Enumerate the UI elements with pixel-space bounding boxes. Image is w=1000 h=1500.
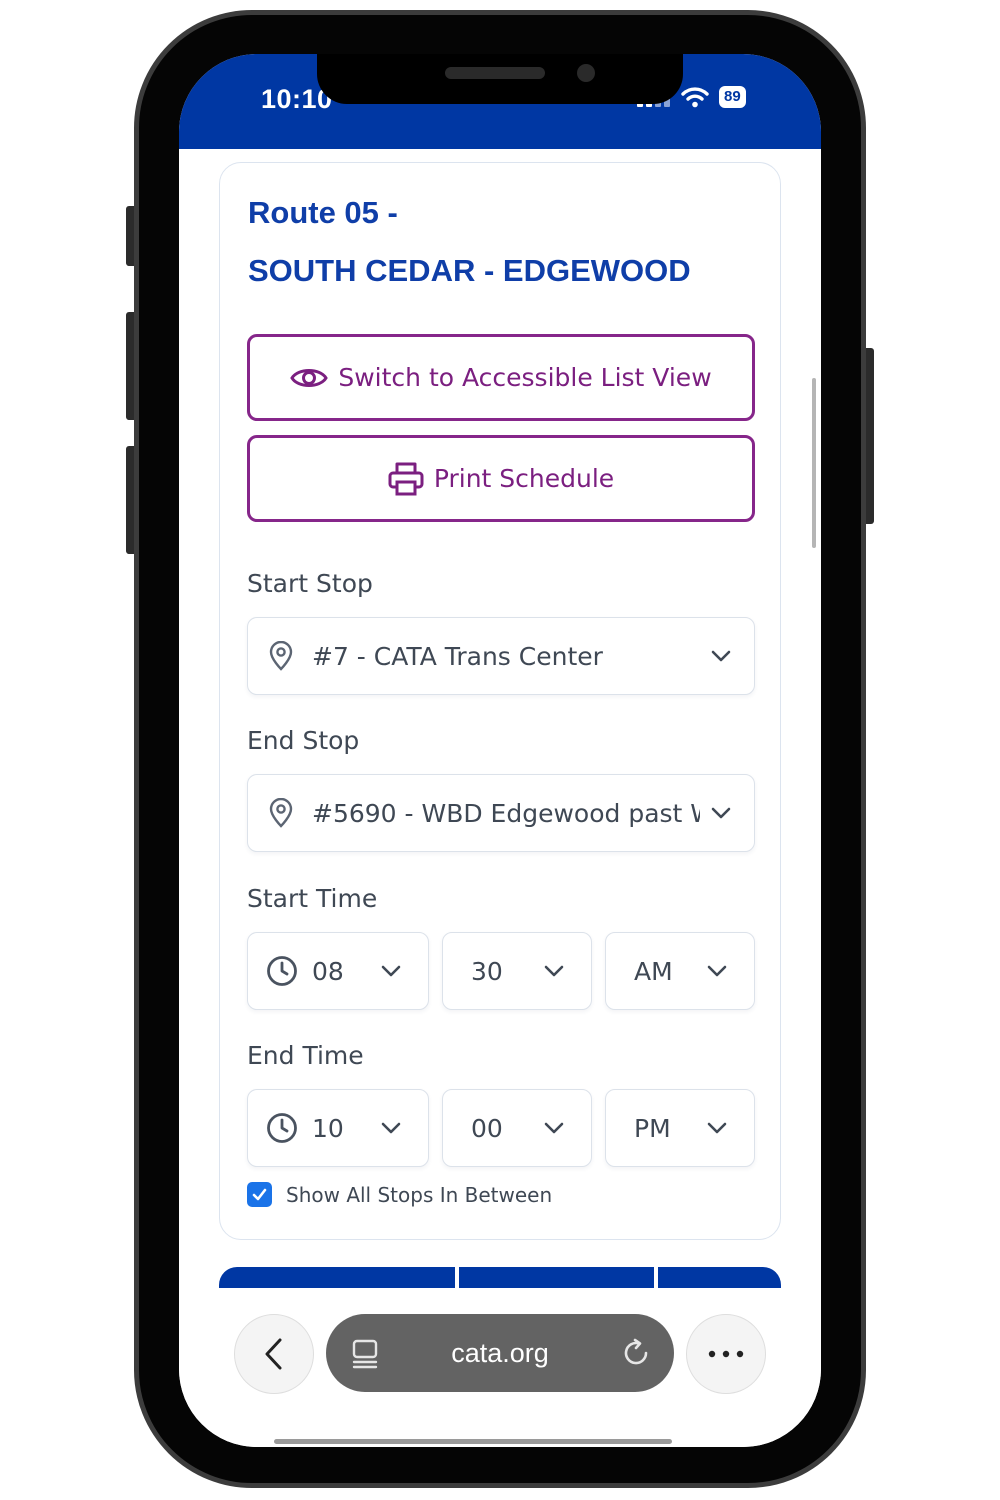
show-all-stops-checkbox[interactable] — [247, 1182, 272, 1207]
end-stop-select[interactable]: #5690 - WBD Edgewood past Wa — [247, 774, 755, 852]
print-schedule-button[interactable]: Print Schedule — [247, 435, 755, 522]
start-hour-select[interactable]: 08 — [247, 932, 429, 1010]
chevron-down-icon — [707, 1122, 727, 1134]
start-stop-select[interactable]: #7 - CATA Trans Center — [247, 617, 755, 695]
start-ampm-value: AM — [634, 956, 673, 986]
back-button[interactable] — [234, 1314, 314, 1394]
schedule-tab[interactable] — [459, 1267, 654, 1289]
chevron-down-icon — [707, 965, 727, 977]
address-bar[interactable]: cata.org — [326, 1314, 674, 1392]
show-all-stops-option[interactable]: Show All Stops In Between — [247, 1182, 552, 1207]
chevron-down-icon — [544, 965, 564, 977]
start-minute-value: 30 — [471, 956, 503, 986]
eye-icon — [290, 368, 329, 387]
chevron-down-icon — [711, 650, 731, 662]
chevron-down-icon — [544, 1122, 564, 1134]
start-stop-label: Start Stop — [247, 569, 373, 598]
chevron-down-icon — [381, 965, 401, 977]
reload-icon[interactable] — [621, 1338, 651, 1368]
home-indicator[interactable] — [274, 1439, 672, 1444]
route-name: SOUTH CEDAR - EDGEWOOD — [248, 253, 691, 288]
printer-icon — [388, 462, 424, 495]
more-icon — [708, 1350, 744, 1358]
end-time-label: End Time — [247, 1041, 364, 1070]
map-pin-icon — [269, 798, 293, 828]
start-stop-value: #7 - CATA Trans Center — [312, 641, 603, 671]
route-schedule-card: Route 05 - SOUTH CEDAR - EDGEWOOD Switch… — [219, 162, 781, 1240]
start-minute-select[interactable]: 30 — [442, 932, 592, 1010]
browser-toolbar: cata.org — [179, 1288, 821, 1447]
clock-icon — [267, 956, 297, 986]
end-ampm-value: PM — [634, 1113, 671, 1143]
end-stop-value: #5690 - WBD Edgewood past Wa — [312, 798, 700, 828]
map-pin-icon — [269, 641, 293, 671]
schedule-tab[interactable] — [219, 1267, 455, 1289]
end-minute-select[interactable]: 00 — [442, 1089, 592, 1167]
chevron-down-icon — [381, 1122, 401, 1134]
battery-indicator: 89 — [719, 86, 746, 108]
back-icon — [265, 1338, 282, 1370]
end-ampm-select[interactable]: PM — [605, 1089, 755, 1167]
start-time-label: Start Time — [247, 884, 378, 913]
start-hour-value: 08 — [312, 956, 344, 986]
accessible-list-view-label: Switch to Accessible List View — [338, 363, 712, 392]
notch-speaker — [445, 67, 545, 79]
phone-screen: 10:10 89 Route 05 - SOUTH CEDAR - EDGEWO… — [179, 54, 821, 1447]
notch — [317, 54, 683, 104]
more-button[interactable] — [686, 1314, 766, 1394]
front-camera — [577, 64, 595, 82]
print-schedule-label: Print Schedule — [433, 464, 615, 493]
end-hour-select[interactable]: 10 — [247, 1089, 429, 1167]
start-ampm-select[interactable]: AM — [605, 932, 755, 1010]
end-hour-value: 10 — [312, 1113, 344, 1143]
end-minute-value: 00 — [471, 1113, 503, 1143]
end-stop-label: End Stop — [247, 726, 360, 755]
wifi-icon — [681, 87, 709, 108]
clock-icon — [267, 1113, 297, 1143]
route-title: Route 05 - — [248, 195, 398, 230]
schedule-tab[interactable] — [658, 1267, 781, 1289]
chevron-down-icon — [711, 807, 731, 819]
scroll-indicator[interactable] — [812, 378, 816, 548]
check-icon — [252, 1188, 267, 1201]
accessible-list-view-button[interactable]: Switch to Accessible List View — [247, 334, 755, 421]
show-all-stops-label: Show All Stops In Between — [286, 1182, 553, 1207]
schedule-tab-strip — [219, 1267, 781, 1289]
